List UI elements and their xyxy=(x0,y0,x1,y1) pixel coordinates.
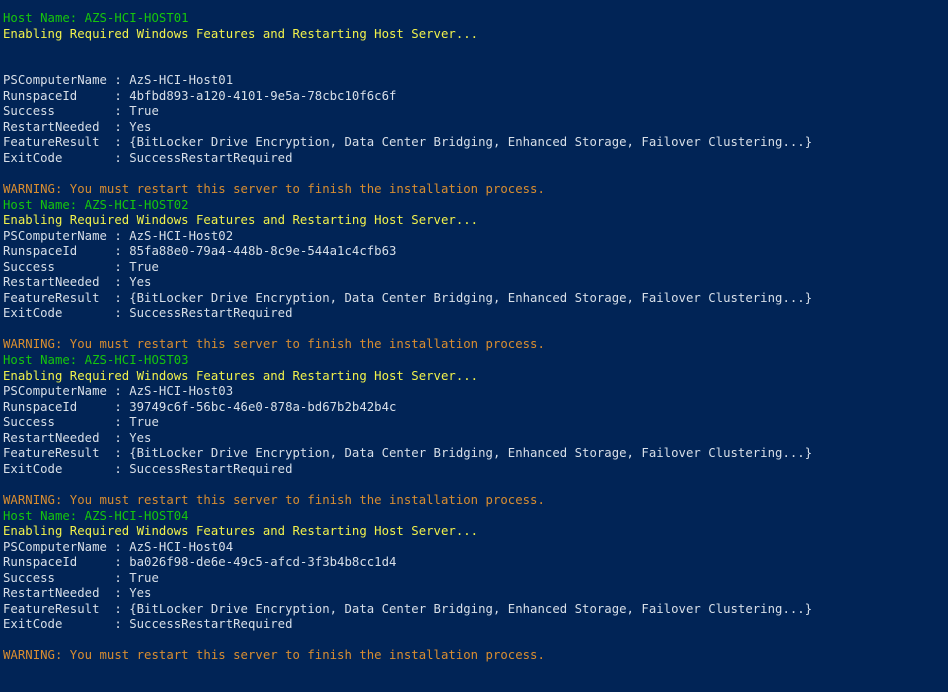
host-name-line: Host Name: AZS-HCI-HOST03 xyxy=(3,353,189,368)
property-success: Success : True xyxy=(3,570,159,585)
property-exitcode: ExitCode : SuccessRestartRequired xyxy=(3,461,293,476)
property-success: Success : True xyxy=(3,415,159,430)
property-restartneeded: RestartNeeded : Yes xyxy=(3,119,152,134)
property-runspaceid: RunspaceId : 39749c6f-56bc-46e0-878a-bd6… xyxy=(3,399,397,414)
warning-line: WARNING: You must restart this server to… xyxy=(3,182,545,197)
property-exitcode: ExitCode : SuccessRestartRequired xyxy=(3,617,293,632)
enabling-features-line: Enabling Required Windows Features and R… xyxy=(3,213,479,228)
property-restartneeded: RestartNeeded : Yes xyxy=(3,430,152,445)
property-pscomputername: PSComputerName : AzS-HCI-Host04 xyxy=(3,539,234,554)
enabling-features-line: Enabling Required Windows Features and R… xyxy=(3,368,479,383)
warning-line: WARNING: You must restart this server to… xyxy=(3,492,545,507)
property-restartneeded: RestartNeeded : Yes xyxy=(3,275,152,290)
property-pscomputername: PSComputerName : AzS-HCI-Host01 xyxy=(3,73,234,88)
property-featureresult: FeatureResult : {BitLocker Drive Encrypt… xyxy=(3,601,813,616)
property-featureresult: FeatureResult : {BitLocker Drive Encrypt… xyxy=(3,135,813,150)
powershell-console-output[interactable]: Host Name: AZS-HCI-HOST01 Enabling Requir… xyxy=(0,0,948,692)
property-pscomputername: PSComputerName : AzS-HCI-Host02 xyxy=(3,228,234,243)
host-name-line: Host Name: AZS-HCI-HOST01 xyxy=(3,11,189,25)
property-pscomputername: PSComputerName : AzS-HCI-Host03 xyxy=(3,384,234,399)
property-featureresult: FeatureResult : {BitLocker Drive Encrypt… xyxy=(3,290,813,305)
enabling-features-line: Enabling Required Windows Features and R… xyxy=(3,26,479,41)
property-runspaceid: RunspaceId : ba026f98-de6e-49c5-afcd-3f3… xyxy=(3,555,397,570)
warning-line: WARNING: You must restart this server to… xyxy=(3,337,545,352)
property-exitcode: ExitCode : SuccessRestartRequired xyxy=(3,150,293,165)
property-success: Success : True xyxy=(3,259,159,274)
property-featureresult: FeatureResult : {BitLocker Drive Encrypt… xyxy=(3,446,813,461)
enabling-features-line: Enabling Required Windows Features and R… xyxy=(3,524,479,539)
property-exitcode: ExitCode : SuccessRestartRequired xyxy=(3,306,293,321)
host-name-line: Host Name: AZS-HCI-HOST04 xyxy=(3,508,189,523)
property-runspaceid: RunspaceId : 4bfbd893-a120-4101-9e5a-78c… xyxy=(3,88,397,103)
host-name-line: Host Name: AZS-HCI-HOST02 xyxy=(3,197,189,212)
warning-line: WARNING: You must restart this server to… xyxy=(3,648,545,663)
property-success: Success : True xyxy=(3,104,159,119)
property-restartneeded: RestartNeeded : Yes xyxy=(3,586,152,601)
property-runspaceid: RunspaceId : 85fa88e0-79a4-448b-8c9e-544… xyxy=(3,244,397,259)
